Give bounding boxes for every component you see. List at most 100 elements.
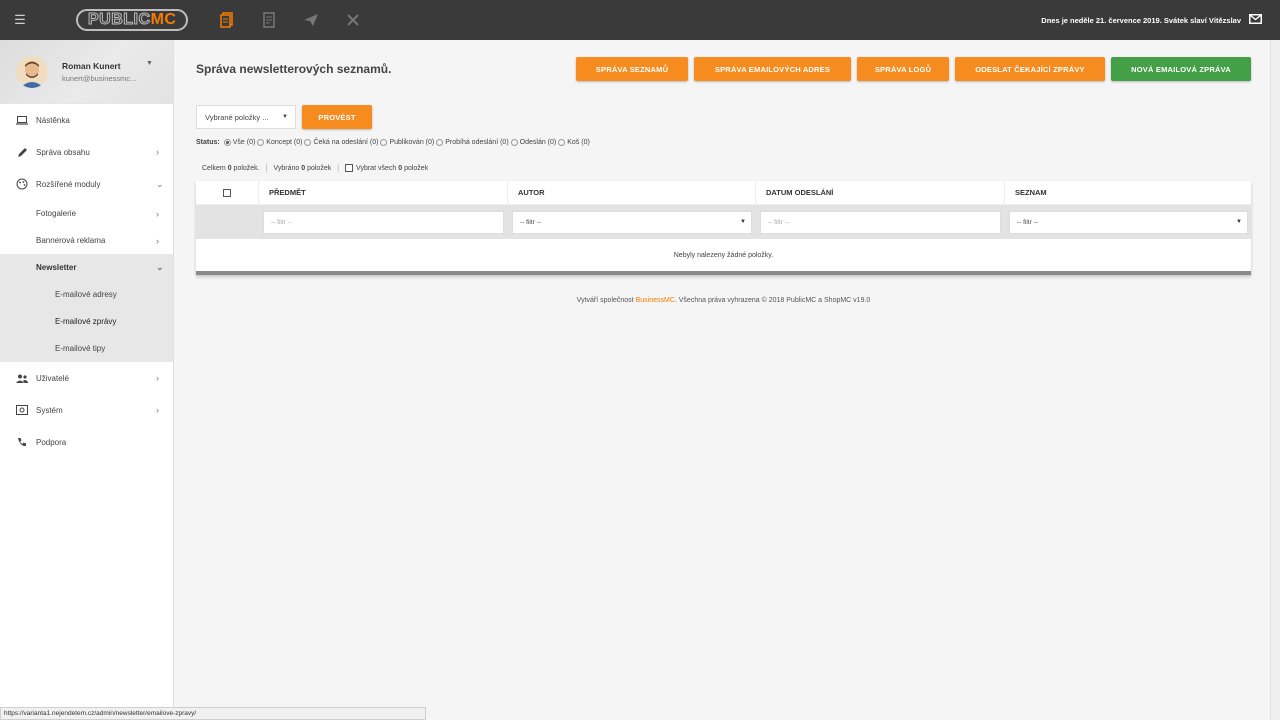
new-email-button[interactable]: NOVÁ EMAILOVÁ ZPRÁVA bbox=[1111, 57, 1251, 81]
avatar bbox=[16, 55, 48, 88]
caret-down-icon: ▼ bbox=[740, 219, 746, 225]
column-header-send-date[interactable]: DATUM ODESLÁNÍ bbox=[755, 180, 1004, 205]
radio-probiha[interactable] bbox=[436, 138, 444, 146]
paper-plane-icon[interactable] bbox=[290, 0, 332, 40]
main-content: Správa newsletterových seznamů. SPRÁVA S… bbox=[174, 40, 1270, 720]
select-all-label[interactable]: Vybrat všech bbox=[356, 165, 396, 172]
sidebar-item-emailove-adresy[interactable]: E-mailové adresy bbox=[0, 281, 173, 308]
header-checkbox[interactable] bbox=[223, 188, 231, 197]
sidebar-item-sprava-obsahu[interactable]: Správa obsahu › bbox=[0, 136, 173, 168]
status-option[interactable]: Koš (0) bbox=[567, 139, 590, 146]
sidebar-item-label: E-mailové adresy bbox=[55, 290, 117, 299]
sidebar-item-label: Nástěnka bbox=[36, 115, 70, 125]
status-option[interactable]: Publikován (0) bbox=[389, 139, 434, 146]
manage-logos-button[interactable]: SPRÁVA LOGŮ bbox=[857, 57, 949, 81]
sidebar-item-label: Fotogalerie bbox=[36, 209, 77, 218]
user-name: Roman Kunert bbox=[62, 60, 121, 71]
total-count: 0 bbox=[227, 164, 232, 172]
sidebar-item-label: Systém bbox=[36, 405, 63, 415]
radio-odeslan[interactable] bbox=[510, 138, 518, 146]
newspaper-icon[interactable] bbox=[248, 0, 290, 40]
publicmc-logo[interactable]: PUBLIC MC bbox=[76, 9, 189, 31]
top-bar: ☰ PUBLIC MC Dnes je neděle 21. července 2… bbox=[0, 0, 1280, 40]
sidebar-item-rozsirene-moduly[interactable]: Rozšířené moduly ⌄ bbox=[0, 168, 173, 200]
select-all-checkbox[interactable] bbox=[345, 164, 354, 172]
chevron-right-icon: › bbox=[156, 235, 159, 246]
sidebar-item-bannerova-reklama[interactable]: Bannerová reklama › bbox=[0, 227, 173, 254]
radio-vse[interactable] bbox=[223, 138, 231, 146]
bulk-action-select[interactable]: Vybrané položky ... ▼ bbox=[196, 105, 296, 129]
item-counts: Celkem 0 položek. | Vybráno 0 položek | … bbox=[202, 164, 428, 172]
date-filter-input[interactable]: -- filtr -- bbox=[760, 210, 1001, 234]
sidebar-item-emailove-zpravy[interactable]: E-mailové zprávy bbox=[0, 308, 173, 335]
column-header-list[interactable]: SEZNAM bbox=[1004, 180, 1251, 205]
radio-ceka[interactable] bbox=[304, 138, 312, 146]
sidebar-item-nastenka[interactable]: Nástěnka bbox=[0, 104, 173, 136]
footer: Vytváří společnost BusinessMC. Všechna p… bbox=[196, 297, 1251, 304]
hamburger-icon[interactable]: ☰ bbox=[0, 0, 40, 40]
status-option[interactable]: Probíhá odeslání (0) bbox=[445, 139, 508, 146]
select-all-count: 0 bbox=[398, 164, 403, 172]
select-all-suffix: položek bbox=[404, 164, 429, 172]
manage-addresses-button[interactable]: SPRÁVA EMAILOVÝCH ADRES bbox=[694, 57, 851, 81]
radio-publikovan[interactable] bbox=[380, 138, 388, 146]
system-icon bbox=[16, 405, 28, 415]
logo-public-text: PUBLIC bbox=[88, 11, 151, 29]
caret-down-icon[interactable]: ▼ bbox=[146, 60, 153, 67]
radio-koncept[interactable] bbox=[257, 138, 265, 146]
status-option[interactable]: Odeslán (0) bbox=[520, 139, 557, 146]
radio-kos[interactable] bbox=[558, 138, 566, 146]
documents-icon[interactable] bbox=[206, 0, 248, 40]
manage-lists-button[interactable]: SPRÁVA SEZNAMŮ bbox=[576, 57, 688, 81]
caret-down-icon: ▼ bbox=[282, 114, 288, 120]
footer-brand-link[interactable]: BusinessMC bbox=[636, 297, 675, 304]
phone-icon bbox=[16, 437, 28, 447]
sidebar-item-label: Podpora bbox=[36, 437, 67, 447]
status-option[interactable]: Čeká na odeslání (0) bbox=[313, 139, 378, 146]
envelope-icon[interactable] bbox=[1249, 14, 1262, 26]
scrollbar[interactable] bbox=[1270, 40, 1280, 720]
date-text: Dnes je neděle 21. července 2019. Svátek… bbox=[1041, 15, 1241, 25]
page-title: Správa newsletterových seznamů. bbox=[196, 62, 392, 76]
run-button[interactable]: PROVÉST bbox=[302, 105, 372, 129]
chevron-right-icon: › bbox=[156, 373, 159, 383]
sidebar-nav: Nástěnka Správa obsahu › Rozšířené modul… bbox=[0, 104, 173, 458]
status-option[interactable]: Vše (0) bbox=[233, 139, 256, 146]
sidebar-item-podpora[interactable]: Podpora bbox=[0, 426, 173, 458]
users-icon bbox=[16, 374, 28, 383]
sidebar-item-newsletter[interactable]: Newsletter ⌄ bbox=[0, 254, 173, 281]
send-pending-button[interactable]: ODESLAT ČEKAJÍCÍ ZPRÁVY bbox=[955, 57, 1105, 81]
sidebar-item-uzivatele[interactable]: Uživatelé › bbox=[0, 362, 173, 394]
list-filter-select[interactable]: -- filtr -- ▼ bbox=[1009, 210, 1248, 234]
sidebar-item-emailove-tipy[interactable]: E-mailové tipy bbox=[0, 335, 173, 362]
divider: | bbox=[337, 164, 340, 172]
user-email: kunert@businessmc... bbox=[62, 73, 137, 83]
logo-mc-text: MC bbox=[150, 11, 177, 28]
sidebar-item-fotogalerie[interactable]: Fotogalerie › bbox=[0, 200, 173, 227]
chevron-right-icon: › bbox=[156, 208, 159, 219]
palette-icon bbox=[16, 178, 28, 190]
sidebar-item-label: Uživatelé bbox=[36, 373, 69, 383]
sidebar-item-label: Rozšířené moduly bbox=[36, 179, 101, 189]
subject-filter-input[interactable]: -- filtr -- bbox=[263, 210, 504, 234]
tools-icon[interactable] bbox=[332, 0, 374, 40]
sidebar-item-label: Newsletter bbox=[36, 263, 77, 272]
chevron-right-icon: › bbox=[156, 147, 159, 157]
filter-row: -- filtr -- -- filtr -- ▼ -- filtr -- -- … bbox=[196, 205, 1251, 239]
column-header-author[interactable]: AUTOR bbox=[507, 180, 755, 205]
user-panel[interactable]: Roman Kunert kunert@businessmc... ▼ bbox=[0, 40, 173, 104]
caret-down-icon: ▼ bbox=[1236, 219, 1242, 225]
author-filter-select[interactable]: -- filtr -- ▼ bbox=[512, 210, 752, 234]
column-header-subject[interactable]: PŘEDMĚT bbox=[258, 180, 507, 205]
list-filter-value: -- filtr -- bbox=[1017, 218, 1038, 226]
top-module-icons bbox=[206, 0, 374, 40]
chevron-right-icon: › bbox=[156, 405, 159, 415]
empty-message: Nebyly nalezeny žádné položky. bbox=[196, 239, 1251, 275]
sidebar-item-system[interactable]: Systém › bbox=[0, 394, 173, 426]
selected-label: Vybráno bbox=[273, 164, 300, 172]
status-label: Status: bbox=[196, 139, 220, 146]
status-option[interactable]: Koncept (0) bbox=[266, 139, 302, 146]
sidebar-item-label: Správa obsahu bbox=[36, 147, 90, 157]
sidebar-item-label: E-mailové tipy bbox=[55, 344, 106, 353]
total-label: Celkem bbox=[202, 164, 226, 172]
